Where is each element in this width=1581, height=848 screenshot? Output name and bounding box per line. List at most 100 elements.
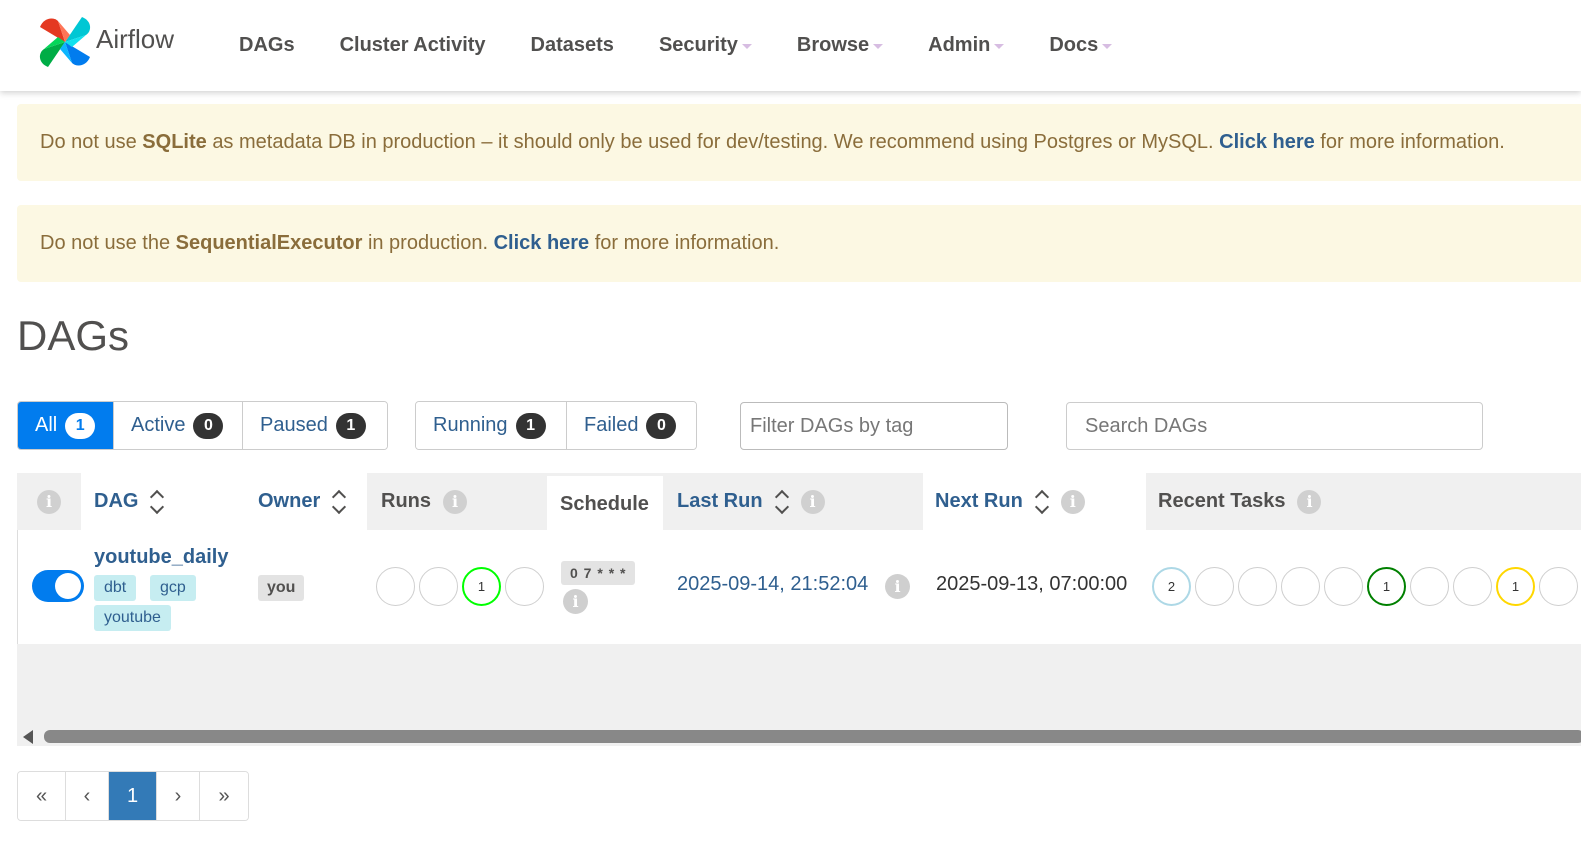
filter-failed-button[interactable]: Failed 0 xyxy=(567,402,696,449)
status-filter-group: All 1 Active 0 Paused 1 xyxy=(17,401,388,450)
page-last-button[interactable]: » xyxy=(200,772,248,820)
search-dags-input[interactable]: Search DAGs xyxy=(1066,402,1483,450)
task-state-circle[interactable] xyxy=(1324,567,1363,606)
filter-running-count: 1 xyxy=(515,412,546,439)
page-current-button[interactable]: 1 xyxy=(109,772,157,820)
tag-filter-input[interactable]: Filter DAGs by tag xyxy=(740,402,1008,450)
page-prev-button[interactable]: ‹ xyxy=(66,772,109,820)
scroll-left-arrow-icon[interactable] xyxy=(23,730,33,744)
last-run-info-icon[interactable]: i xyxy=(885,574,910,599)
nav-security-dropdown[interactable]: Security xyxy=(659,30,752,60)
executor-click-here-link[interactable]: Click here xyxy=(494,232,590,255)
executor-warning-alert: Do not use the SequentialExecutor in pro… xyxy=(17,205,1581,282)
sqlite-click-here-link[interactable]: Click here xyxy=(1219,131,1315,154)
header-dag-label: DAG xyxy=(94,490,139,512)
page-next-button[interactable]: › xyxy=(157,772,200,820)
task-state-circle[interactable]: 1 xyxy=(1496,567,1535,606)
schedule-info-icon[interactable]: i xyxy=(563,589,588,614)
nav-datasets[interactable]: Datasets xyxy=(531,30,614,60)
nav-admin-label: Admin xyxy=(928,33,991,56)
caret-down-icon xyxy=(873,44,884,49)
filter-active-button[interactable]: Active 0 xyxy=(114,402,243,449)
top-navbar: Airflow DAGs Cluster Activity Datasets S… xyxy=(0,0,1581,91)
run-state-circle[interactable] xyxy=(505,567,544,606)
header-schedule-label: Schedule xyxy=(560,493,649,515)
run-state-filter-group: Running 1 Failed 0 xyxy=(415,401,697,450)
run-state-circle[interactable] xyxy=(376,567,415,606)
brand-name: Airflow xyxy=(96,23,175,54)
last-run-link[interactable]: 2025-09-14, 21:52:04 xyxy=(677,573,868,596)
table-row: youtube_daily dbt gcp youtube you 1 0 7 … xyxy=(17,530,1581,644)
info-icon[interactable]: i xyxy=(1060,489,1085,514)
alert-text: as metadata DB in production – it should… xyxy=(212,131,1214,153)
task-state-circle[interactable] xyxy=(1539,567,1578,606)
sqlite-warning-alert: Do not use SQLite as metadata DB in prod… xyxy=(17,104,1581,181)
alert-text: in production. xyxy=(367,232,489,254)
horizontal-scrollbar[interactable] xyxy=(17,727,1581,746)
task-state-circle[interactable] xyxy=(1238,567,1277,606)
schedule-badge[interactable]: 0 7 * * * xyxy=(561,561,636,585)
alert-strong: SQLite xyxy=(142,131,207,153)
tag-gcp[interactable]: gcp xyxy=(150,575,196,601)
page-first-button[interactable]: « xyxy=(18,772,66,820)
filter-all-label: All xyxy=(35,414,58,436)
task-state-circle[interactable] xyxy=(1281,567,1320,606)
caret-down-icon xyxy=(741,44,752,49)
info-icon[interactable]: i xyxy=(37,489,61,514)
nav-docs-dropdown[interactable]: Docs xyxy=(1049,30,1113,60)
filter-all-button[interactable]: All 1 xyxy=(18,402,114,449)
filter-paused-button[interactable]: Paused 1 xyxy=(243,402,387,449)
nav-browse-dropdown[interactable]: Browse xyxy=(797,30,884,60)
header-dag[interactable]: DAG xyxy=(81,473,245,530)
pause-toggle[interactable] xyxy=(32,570,84,602)
nav-security-label: Security xyxy=(658,33,738,56)
nav-admin-dropdown[interactable]: Admin xyxy=(928,30,1005,60)
table-header: i DAG Owner Runs i Schedule Last Run i Nex… xyxy=(17,473,1581,533)
task-state-circle[interactable]: 1 xyxy=(1367,567,1406,606)
info-icon[interactable]: i xyxy=(1297,489,1322,514)
scroll-thumb[interactable] xyxy=(44,730,1581,743)
run-state-circle[interactable] xyxy=(419,567,458,606)
task-state-circle[interactable] xyxy=(1453,567,1492,606)
tag-youtube[interactable]: youtube xyxy=(94,605,171,631)
run-state-circle[interactable]: 1 xyxy=(462,567,501,606)
filter-running-label: Running xyxy=(433,414,508,436)
owner-badge[interactable]: you xyxy=(258,575,305,601)
header-runs: Runs i xyxy=(367,473,547,530)
info-icon[interactable]: i xyxy=(800,489,825,514)
pagination: « ‹ 1 › » xyxy=(17,771,249,821)
dags-table: i DAG Owner Runs i Schedule Last Run i Nex… xyxy=(17,473,1581,733)
nav-dags[interactable]: DAGs xyxy=(239,30,295,60)
filter-paused-label: Paused xyxy=(260,414,328,436)
task-state-circle[interactable] xyxy=(1195,567,1234,606)
header-recent-tasks: Recent Tasks i xyxy=(1146,473,1581,530)
nav-cluster-activity-label: Cluster Activity xyxy=(339,33,486,56)
filter-all-count: 1 xyxy=(65,412,96,439)
caret-down-icon xyxy=(994,44,1005,49)
header-last-run-label: Last Run xyxy=(677,490,763,512)
header-next-run[interactable]: Next Run i xyxy=(923,473,1146,530)
tag-dbt[interactable]: dbt xyxy=(94,575,137,601)
nav-cluster-activity[interactable]: Cluster Activity xyxy=(340,30,486,60)
page-title: DAGs xyxy=(17,312,130,359)
nav-datasets-label: Datasets xyxy=(530,33,614,56)
task-state-circle[interactable] xyxy=(1410,567,1449,606)
sort-icon xyxy=(775,489,789,515)
header-runs-label: Runs xyxy=(381,490,431,512)
header-info: i xyxy=(17,473,81,530)
filter-active-count: 0 xyxy=(193,412,224,439)
dag-id-link[interactable]: youtube_daily xyxy=(94,546,228,569)
header-last-run[interactable]: Last Run i xyxy=(663,473,923,530)
info-icon[interactable]: i xyxy=(443,489,467,514)
task-state-circle[interactable]: 2 xyxy=(1152,567,1191,606)
filter-failed-count: 0 xyxy=(646,412,677,439)
toggle-knob xyxy=(55,573,81,599)
header-next-run-label: Next Run xyxy=(935,490,1023,512)
alert-strong: SequentialExecutor xyxy=(175,232,363,254)
main-nav: DAGs Cluster Activity Datasets Security … xyxy=(239,30,1157,60)
brand[interactable]: Airflow xyxy=(38,14,174,70)
airflow-logo-icon xyxy=(39,17,91,67)
filter-running-button[interactable]: Running 1 xyxy=(416,402,567,449)
alert-text: for more information. xyxy=(589,232,780,254)
header-owner[interactable]: Owner xyxy=(245,473,367,530)
